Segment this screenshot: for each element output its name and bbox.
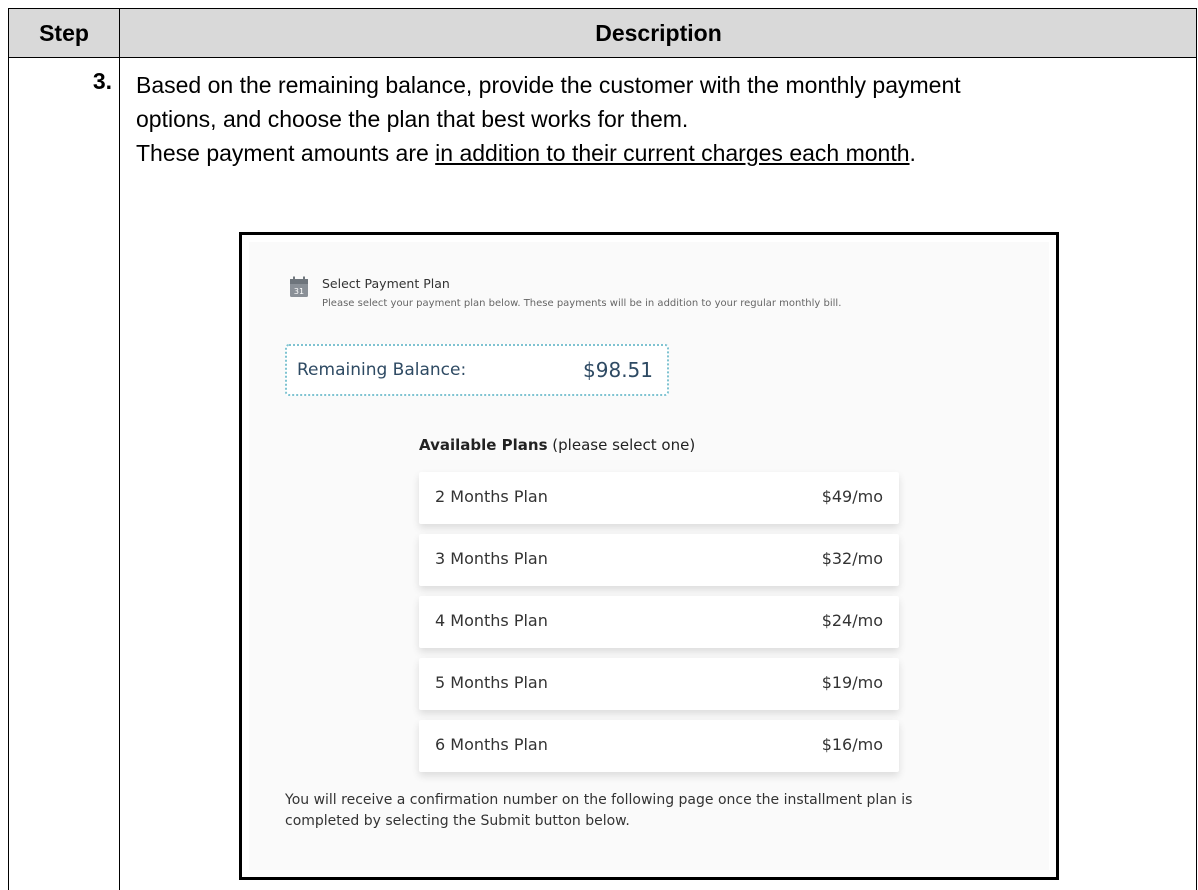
plan-option-2-months[interactable]: 2 Months Plan $49/mo	[419, 472, 899, 524]
table-column-divider	[119, 8, 120, 890]
plan-option-5-months[interactable]: 5 Months Plan $19/mo	[419, 658, 899, 710]
balance-label: Remaining Balance:	[297, 360, 467, 380]
description-line-3: These payment amounts are in addition to…	[136, 136, 1194, 170]
available-plans-heading: Available Plans (please select one)	[419, 436, 695, 454]
screenshot-content: 31 Select Payment Plan Please select you…	[249, 242, 1049, 870]
balance-value: $98.51	[583, 358, 653, 382]
description-line-3-prefix: These payment amounts are	[136, 140, 436, 166]
payment-plan-screenshot: 31 Select Payment Plan Please select you…	[239, 232, 1059, 880]
plan-price: $49/mo	[821, 487, 883, 506]
step-number: 3.	[92, 68, 112, 94]
description-line-3-suffix: .	[909, 140, 916, 166]
plan-name: 2 Months Plan	[435, 487, 548, 506]
description-line-1: Based on the remaining balance, provide …	[136, 72, 961, 98]
confirmation-note: You will receive a confirmation number o…	[285, 790, 1025, 832]
remaining-balance-box: Remaining Balance: $98.51	[285, 344, 669, 396]
plan-name: 4 Months Plan	[435, 611, 548, 630]
plan-price: $19/mo	[821, 673, 883, 692]
step-description: Based on the remaining balance, provide …	[136, 68, 1194, 170]
plan-option-6-months[interactable]: 6 Months Plan $16/mo	[419, 720, 899, 772]
description-underlined-text: in addition to their current charges eac…	[435, 140, 910, 166]
confirmation-line-1: You will receive a confirmation number o…	[285, 792, 913, 808]
table-left-border	[8, 8, 9, 890]
plans-heading-bold: Available Plans	[419, 436, 548, 454]
section-subtitle: Please select your payment plan below. T…	[322, 298, 842, 309]
svg-text:31: 31	[294, 287, 304, 296]
plan-price: $16/mo	[821, 735, 883, 754]
plan-name: 5 Months Plan	[435, 673, 548, 692]
plan-name: 3 Months Plan	[435, 549, 548, 568]
section-title: Select Payment Plan	[322, 276, 450, 291]
plan-price: $24/mo	[821, 611, 883, 630]
plan-price: $32/mo	[821, 549, 883, 568]
plan-option-4-months[interactable]: 4 Months Plan $24/mo	[419, 596, 899, 648]
confirmation-line-2: completed by selecting the Submit button…	[285, 813, 630, 829]
description-line-2: options, and choose the plan that best w…	[136, 106, 689, 132]
plans-heading-note: (please select one)	[547, 436, 696, 454]
table-right-border	[1196, 8, 1197, 890]
header-step: Step	[39, 19, 89, 46]
calendar-icon: 31	[290, 276, 308, 297]
plan-option-3-months[interactable]: 3 Months Plan $32/mo	[419, 534, 899, 586]
plan-name: 6 Months Plan	[435, 735, 548, 754]
header-description: Description	[595, 19, 722, 46]
